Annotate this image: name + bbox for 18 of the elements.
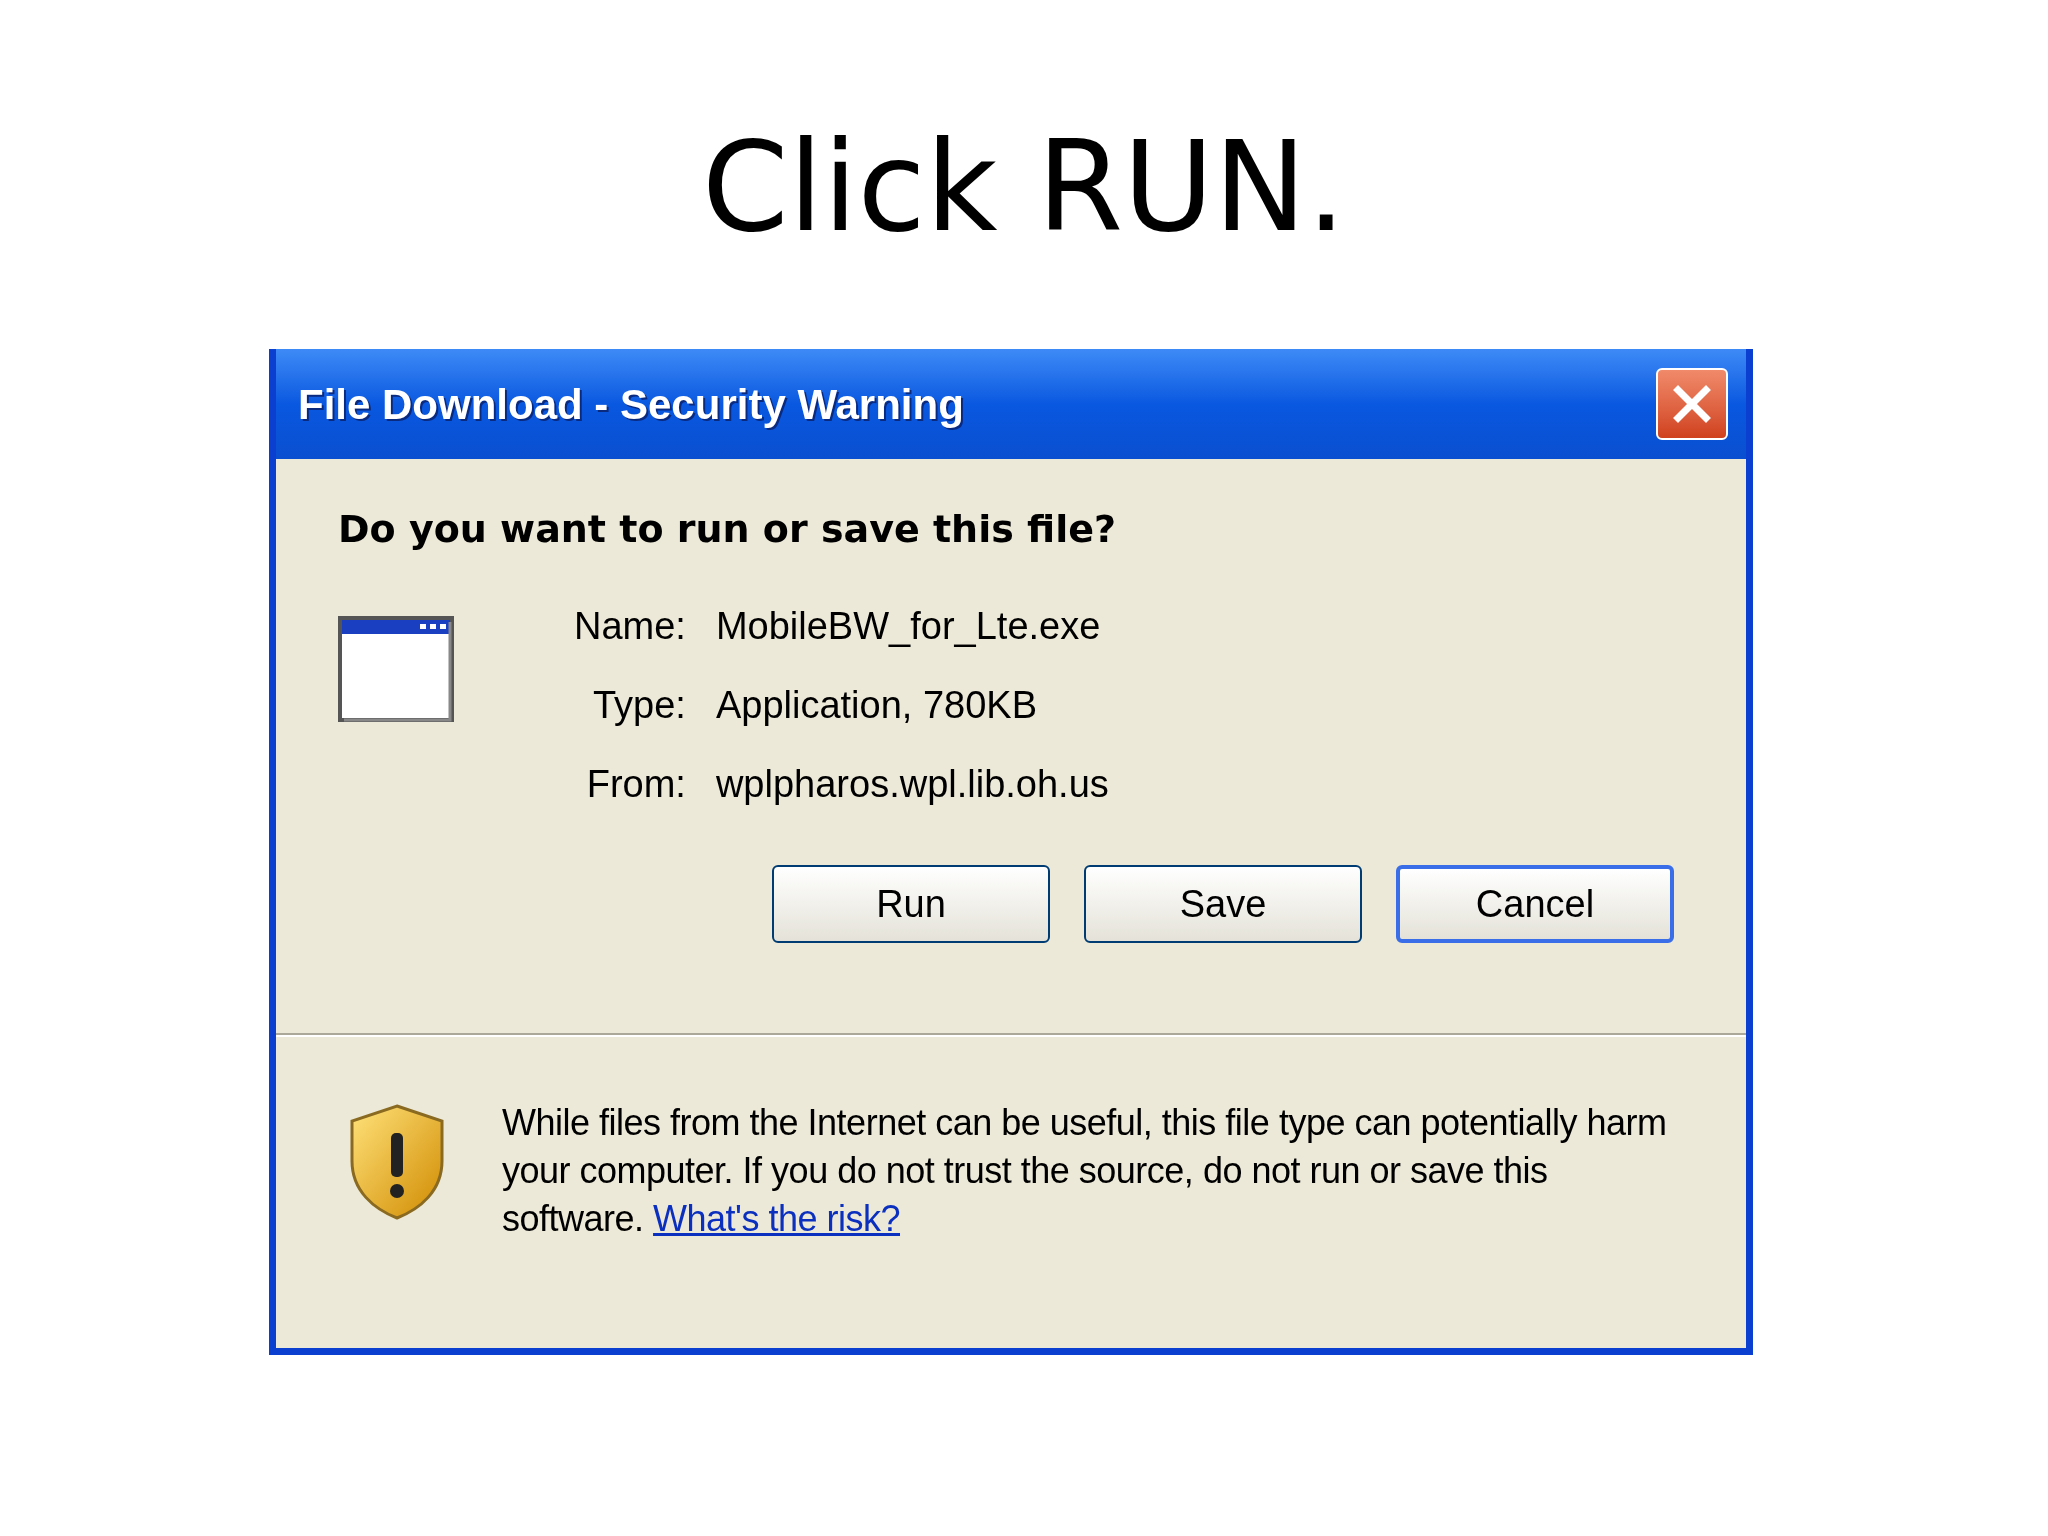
application-window-icon	[338, 616, 454, 722]
warning-text: While files from the Internet can be useful, this file type can potentially harm your computer. If you do not trust the source, do not run or save this software. What's the risk?	[502, 1101, 1668, 1241]
field-label: Type:	[591, 683, 686, 728]
field-label: From:	[585, 762, 686, 807]
dialog-heading: Do you want to run or save this file?	[338, 506, 1118, 553]
risk-link[interactable]: What's the risk?	[653, 1198, 900, 1239]
shield-warning-icon	[348, 1103, 446, 1221]
field-value: Application, 780KB	[715, 683, 1039, 728]
window-title: File Download - Security Warning	[298, 379, 964, 430]
field-label: Name:	[574, 604, 686, 649]
field-value: MobileBW_for_Lte.exe	[715, 604, 1102, 649]
field-value: wplpharos.wpl.lib.oh.us	[715, 762, 1109, 807]
slide-title: Click RUN.	[702, 125, 1346, 249]
dialog-button[interactable]: Run	[772, 865, 1050, 943]
dialog-button[interactable]: Cancel	[1396, 865, 1674, 943]
dialog-button[interactable]: Save	[1084, 865, 1362, 943]
close-icon	[1672, 384, 1712, 424]
close-button[interactable]	[1656, 368, 1728, 440]
